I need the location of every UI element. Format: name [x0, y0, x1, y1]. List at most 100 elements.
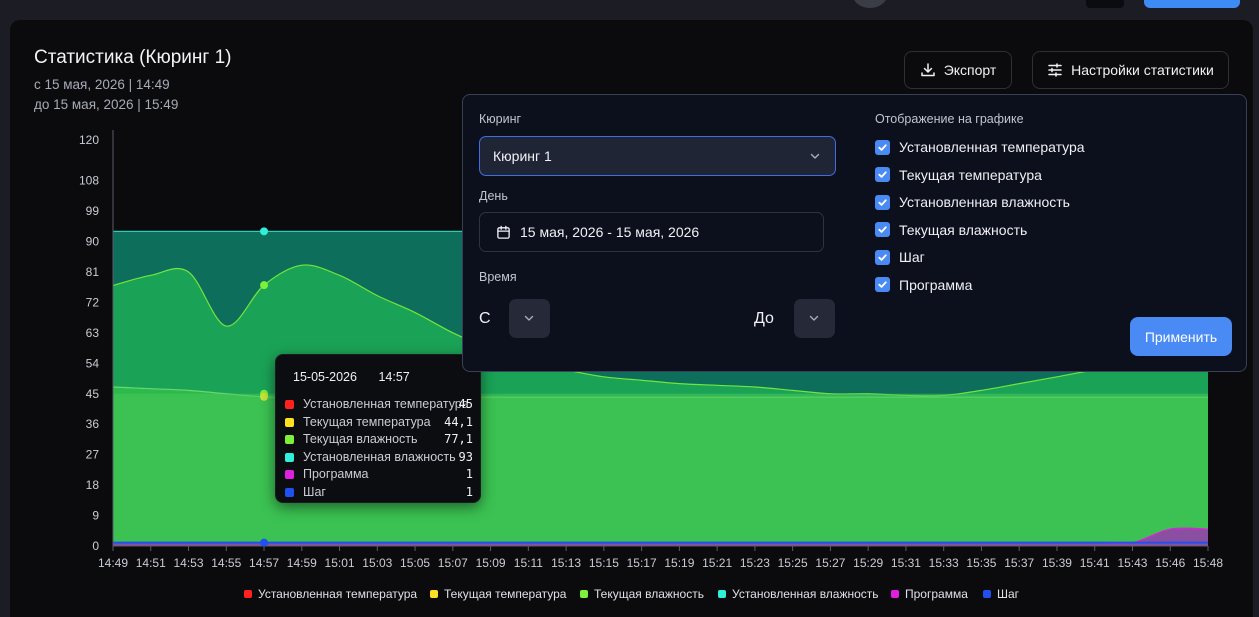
x-tick-label: 14:53	[174, 556, 204, 570]
tooltip-value: 44,1	[444, 414, 473, 429]
checkbox[interactable]	[875, 194, 890, 210]
highlight-point	[260, 281, 269, 290]
display-checkbox-row[interactable]: Текущая влажность	[875, 221, 1027, 239]
check-icon	[878, 226, 887, 233]
curing-label: Кюринг	[479, 112, 522, 126]
legend-item[interactable]: Шаг	[983, 587, 1019, 601]
legend-label: Установленная влажность	[732, 587, 879, 601]
x-tick-label: 14:49	[98, 556, 128, 570]
x-tick-label: 15:48	[1193, 556, 1223, 570]
x-tick-label: 15:39	[1042, 556, 1072, 570]
display-checkbox-row[interactable]: Установленная влажность	[875, 193, 1070, 211]
tooltip-swatch	[285, 470, 294, 480]
x-tick-label: 15:29	[853, 556, 883, 570]
apply-button[interactable]: Применить	[1130, 317, 1232, 356]
curing-select[interactable]: Кюринг 1	[479, 136, 836, 176]
chevron-down-icon	[810, 153, 820, 159]
export-button[interactable]: Экспорт	[904, 51, 1012, 89]
settings-label: Настройки статистики	[1071, 62, 1214, 78]
tooltip-header: 15-05-2026 14:57	[293, 370, 428, 384]
check-icon	[878, 143, 887, 151]
tooltip-label: Текущая температура	[303, 414, 431, 429]
statistics-settings-button[interactable]: Настройки статистики	[1032, 51, 1229, 89]
display-checkbox-row[interactable]: Установленная температура	[875, 138, 1085, 156]
checkbox-label: Установленная влажность	[899, 194, 1070, 210]
curing-select-value: Кюринг 1	[493, 148, 552, 164]
chevron-down-icon	[809, 315, 819, 321]
checkbox-label: Шаг	[899, 249, 925, 265]
x-tick-label: 15:27	[815, 556, 845, 570]
tooltip-swatch	[285, 400, 294, 409]
legend-swatch	[244, 590, 252, 598]
legend-item[interactable]: Установленная влажность	[718, 587, 879, 601]
tooltip-row: Текущая температура 44,1	[285, 415, 473, 431]
time-to-select[interactable]	[794, 299, 835, 338]
time-from-select[interactable]	[509, 299, 550, 338]
legend-label: Программа	[905, 587, 968, 601]
tooltip-label: Текущая влажность	[303, 432, 418, 447]
time-to-label: До	[754, 310, 774, 327]
x-tick-label: 15:35	[966, 556, 996, 570]
legend-swatch	[580, 590, 588, 598]
x-tick-label: 14:59	[287, 556, 317, 570]
highlight-point	[260, 227, 269, 236]
x-tick-label: 15:03	[362, 556, 392, 570]
download-icon	[920, 63, 935, 77]
display-checkbox-row[interactable]: Программа	[875, 276, 972, 294]
x-tick-label: 14:51	[136, 556, 166, 570]
x-tick-label: 15:13	[551, 556, 581, 570]
checkbox[interactable]	[875, 139, 890, 155]
checkbox[interactable]	[875, 222, 890, 237]
y-tick-label: 27	[86, 448, 100, 462]
tooltip-label: Программа	[303, 467, 369, 482]
checkbox[interactable]	[875, 249, 890, 265]
tooltip-row: Шаг 1	[285, 485, 473, 501]
x-tick-label: 15:33	[929, 556, 959, 570]
x-tick-label: 15:31	[891, 556, 921, 570]
tooltip-row: Установленная влажность 93	[285, 450, 473, 466]
display-label: Отображение на графике	[875, 112, 1024, 126]
checkbox[interactable]	[875, 277, 890, 292]
y-tick-label: 99	[86, 204, 100, 218]
day-label: День	[479, 189, 508, 203]
display-checkbox-row[interactable]: Текущая температура	[875, 166, 1042, 184]
x-tick-label: 15:17	[627, 556, 657, 570]
check-icon	[878, 281, 887, 288]
legend-item[interactable]: Установленная температура	[244, 587, 417, 601]
checkbox-label: Установленная температура	[899, 139, 1085, 155]
x-tick-label: 14:55	[211, 556, 241, 570]
tooltip-value: 1	[465, 485, 473, 499]
legend-label: Шаг	[997, 587, 1020, 601]
sliders-icon	[1048, 63, 1062, 77]
legend-swatch	[718, 590, 726, 598]
legend-item[interactable]: Текущая влажность	[580, 587, 704, 601]
tooltip-value: 45	[458, 397, 473, 411]
y-tick-label: 9	[92, 509, 99, 523]
date-range-picker[interactable]: 15 мая, 2026 - 15 мая, 2026	[479, 212, 824, 252]
export-label: Экспорт	[943, 62, 997, 78]
display-checkbox-row[interactable]: Шаг	[875, 248, 925, 266]
time-label: Время	[479, 270, 517, 284]
time-from-label: С	[479, 310, 491, 327]
tooltip-label: Шаг	[303, 485, 326, 499]
legend-label: Текущая влажность	[594, 587, 704, 601]
legend-swatch	[891, 590, 899, 598]
tooltip-row: Текущая влажность 77,1	[285, 432, 473, 448]
legend-item[interactable]: Программа	[891, 587, 968, 601]
tooltip-swatch	[285, 488, 294, 497]
tooltip-value: 93	[458, 449, 473, 464]
legend-swatch	[983, 590, 991, 598]
x-tick-label: 15:19	[664, 556, 694, 570]
x-tick-label: 15:37	[1004, 556, 1034, 570]
y-tick-label: 45	[86, 387, 100, 401]
x-tick-label: 15:15	[589, 556, 619, 570]
checkbox[interactable]	[875, 167, 890, 182]
check-icon	[878, 171, 887, 178]
x-tick-label: 15:09	[476, 556, 506, 570]
y-tick-label: 36	[86, 417, 100, 431]
legend-item[interactable]: Текущая температура	[430, 587, 566, 601]
check-icon	[878, 198, 887, 206]
x-tick-label: 15:46	[1155, 556, 1185, 570]
checkbox-label: Текущая влажность	[899, 221, 1028, 238]
tooltip-row: Установленная температура 45	[285, 397, 473, 413]
